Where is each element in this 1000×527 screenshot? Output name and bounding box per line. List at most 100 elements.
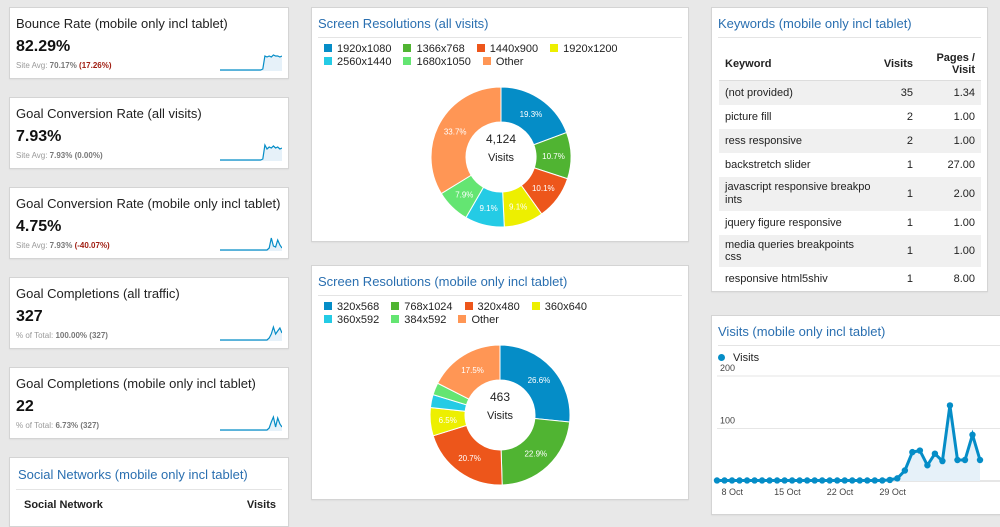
y-tick-label: 100 [720, 416, 735, 426]
pie-slice-label: 9.1% [509, 203, 527, 212]
data-point[interactable] [931, 450, 939, 457]
pie-slice-label: 26.6% [528, 376, 551, 385]
screen-res-all-card: Screen Resolutions (all visits) 1920x108… [311, 7, 689, 242]
data-point[interactable] [781, 477, 788, 484]
pie-center-label: Visits [486, 410, 514, 422]
data-point[interactable] [811, 477, 818, 484]
keyword-cell[interactable]: ress responsive [719, 129, 878, 153]
data-point[interactable] [849, 477, 856, 484]
metric-card: Goal Conversion Rate (mobile only incl t… [9, 187, 289, 259]
data-point[interactable] [751, 477, 758, 484]
pie-center-value: 4,124 [485, 132, 517, 146]
social-col-network[interactable]: Social Network [24, 499, 103, 511]
col-visits[interactable]: Visits [877, 48, 919, 81]
data-point[interactable] [871, 477, 878, 484]
social-col-visits[interactable]: Visits [247, 499, 276, 511]
metric-title[interactable]: Goal Completions (mobile only incl table… [16, 376, 256, 391]
pie-slice-label: 9.1% [479, 204, 497, 213]
data-point[interactable] [758, 477, 766, 484]
data-point[interactable] [901, 467, 909, 474]
data-point[interactable] [819, 477, 826, 484]
metric-card: Goal Completions (all traffic) 327 % of … [9, 277, 289, 349]
data-point[interactable] [894, 475, 901, 482]
pie-slice-label: 17.5% [461, 366, 484, 375]
data-point[interactable] [834, 477, 841, 484]
data-point[interactable] [736, 477, 743, 484]
metric-sub-label: % of Total: [16, 331, 54, 340]
y-tick-label: 200 [720, 363, 735, 373]
visits-cell: 2 [877, 129, 919, 153]
table-row[interactable]: picture fill 2 1.00 [719, 105, 981, 129]
data-point[interactable] [976, 456, 984, 464]
table-row[interactable]: javascript responsive breakpoints 1 2.00 [719, 177, 981, 211]
metric-sub-value: 70.17% [49, 61, 77, 70]
keyword-cell[interactable]: backstretch slider [719, 153, 878, 177]
keyword-cell[interactable]: responsive html5shiv [719, 267, 878, 291]
metric-title[interactable]: Goal Completions (all traffic) [16, 286, 180, 301]
metric-title[interactable]: Bounce Rate (mobile only incl tablet) [16, 16, 228, 31]
data-point[interactable] [826, 477, 833, 484]
keywords-title[interactable]: Keywords (mobile only incl tablet) [718, 16, 912, 31]
metric-value: 82.29% [16, 38, 71, 55]
data-point[interactable] [924, 462, 931, 469]
visits-area [717, 405, 980, 481]
col-pages-per-visit[interactable]: Pages / Visit [919, 48, 981, 81]
metric-sub-label: Site Avg: [16, 241, 48, 250]
metric-value: 22 [16, 398, 34, 415]
data-point[interactable] [969, 431, 976, 438]
table-row[interactable]: ress responsive 2 1.00 [719, 129, 981, 153]
x-tick-label: 22 Oct [827, 487, 854, 497]
data-point[interactable] [886, 476, 894, 484]
visits-cell: 35 [877, 80, 919, 105]
data-point[interactable] [728, 477, 736, 484]
pie-slice-label: 6.5% [439, 416, 457, 425]
data-point[interactable] [796, 477, 803, 484]
data-point[interactable] [856, 477, 863, 484]
table-row[interactable]: backstretch slider 1 27.00 [719, 153, 981, 177]
data-point[interactable] [766, 477, 773, 484]
pie-slice-label: 10.7% [542, 152, 565, 161]
sparkline [220, 324, 282, 341]
col-keyword[interactable]: Keyword [719, 48, 878, 81]
data-point[interactable] [954, 456, 961, 464]
data-point[interactable] [879, 477, 886, 484]
metric-title[interactable]: Goal Conversion Rate (all visits) [16, 106, 202, 121]
metric-sub-label: Site Avg: [16, 61, 48, 70]
data-point[interactable] [939, 457, 946, 465]
pages-per-visit-cell: 1.00 [919, 129, 981, 153]
data-point[interactable] [916, 447, 924, 454]
keyword-cell[interactable]: jquery figure responsive [719, 211, 878, 235]
metric-title[interactable]: Goal Conversion Rate (mobile only incl t… [16, 196, 280, 211]
pages-per-visit-cell: 2.00 [919, 177, 981, 211]
data-point[interactable] [773, 477, 781, 484]
screen-res-mobile-donut: 26.6% 22.9% 20.7% 6.5% 17.5% [429, 344, 571, 486]
data-point[interactable] [946, 402, 954, 409]
data-point[interactable] [961, 456, 969, 464]
table-row[interactable]: jquery figure responsive 1 1.00 [719, 211, 981, 235]
metric-sub-value: 100.00% [55, 331, 88, 340]
data-point[interactable] [841, 477, 848, 484]
social-networks-title[interactable]: Social Networks (mobile only incl tablet… [18, 467, 248, 482]
data-point[interactable] [713, 477, 721, 484]
data-point[interactable] [864, 477, 871, 484]
table-row[interactable]: media queries breakpoints css 1 1.00 [719, 235, 981, 267]
keyword-cell[interactable]: javascript responsive breakpoints [719, 177, 878, 211]
sparkline [220, 415, 282, 431]
data-point[interactable] [743, 477, 751, 484]
keyword-cell[interactable]: media queries breakpoints css [719, 235, 878, 267]
visits-cell: 1 [877, 211, 919, 235]
metric-sub-label: % of Total: [16, 421, 54, 430]
data-point[interactable] [909, 448, 916, 456]
metric-card: Bounce Rate (mobile only incl tablet) 82… [9, 7, 289, 79]
data-point[interactable] [803, 477, 811, 484]
data-point[interactable] [788, 477, 796, 484]
metric-sub-delta: (17.26%) [79, 61, 112, 70]
metric-sub-delta: (0.00%) [74, 151, 103, 160]
data-point[interactable] [721, 477, 728, 484]
table-row[interactable]: (not provided) 35 1.34 [719, 80, 981, 105]
keyword-cell[interactable]: picture fill [719, 105, 878, 129]
screen-res-all-donut: 19.3%10.7%10.1%9.1%9.1%7.9%33.7% [430, 86, 572, 228]
keyword-cell[interactable]: (not provided) [719, 80, 878, 105]
pages-per-visit-cell: 8.00 [919, 267, 981, 291]
table-row[interactable]: responsive html5shiv 1 8.00 [719, 267, 981, 291]
